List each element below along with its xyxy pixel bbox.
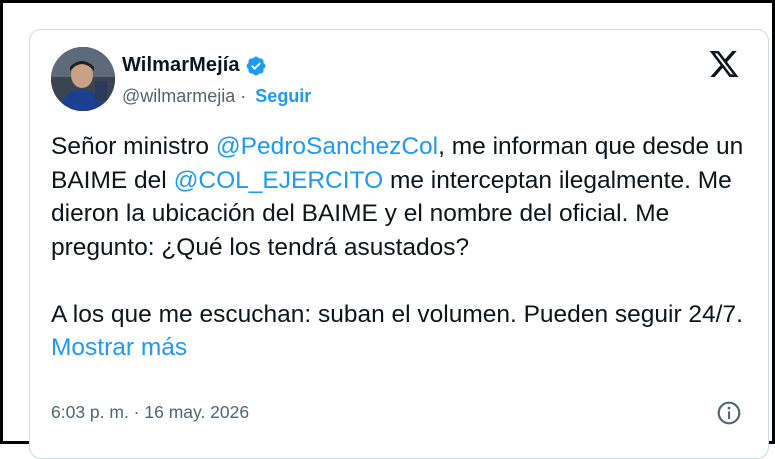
info-icon[interactable]	[716, 400, 742, 426]
mention-col-ejercito[interactable]: @COL_EJERCITO	[174, 167, 384, 194]
tweet-card: WilmarMejía @wilmarmejia · Seguir Señor …	[29, 29, 769, 459]
show-more-link[interactable]: Mostrar más	[51, 334, 187, 361]
verified-badge-icon	[246, 56, 266, 75]
avatar[interactable]	[51, 47, 115, 111]
mention-pedrosanchezcol[interactable]: @PedroSanchezCol	[216, 133, 438, 160]
tweet-paragraph-2: A los que me escuchan: suban el volumen.…	[51, 298, 751, 365]
screenshot-frame: WilmarMejía @wilmarmejia · Seguir Señor …	[0, 0, 775, 459]
author-handle-row: @wilmarmejia · Seguir	[122, 86, 311, 107]
author-name-row: WilmarMejía	[122, 54, 267, 77]
tweet-text-part: Señor ministro	[51, 133, 216, 160]
handle-separator: ·	[235, 86, 252, 106]
tweet-timestamp[interactable]: 6:03 p. m. · 16 may. 2026	[51, 402, 249, 423]
x-logo-icon[interactable]	[708, 48, 740, 80]
author-handle[interactable]: @wilmarmejia	[122, 86, 235, 107]
follow-button[interactable]: Seguir	[255, 86, 311, 107]
tweet-text: Señor ministro @PedroSanchezCol, me info…	[51, 130, 751, 365]
tweet-paragraph-1: Señor ministro @PedroSanchezCol, me info…	[51, 130, 751, 264]
tweet-text-part: A los que me escuchan: suban el volumen.…	[51, 300, 743, 328]
avatar-image	[51, 47, 115, 111]
author-name[interactable]: WilmarMejía	[122, 54, 240, 77]
